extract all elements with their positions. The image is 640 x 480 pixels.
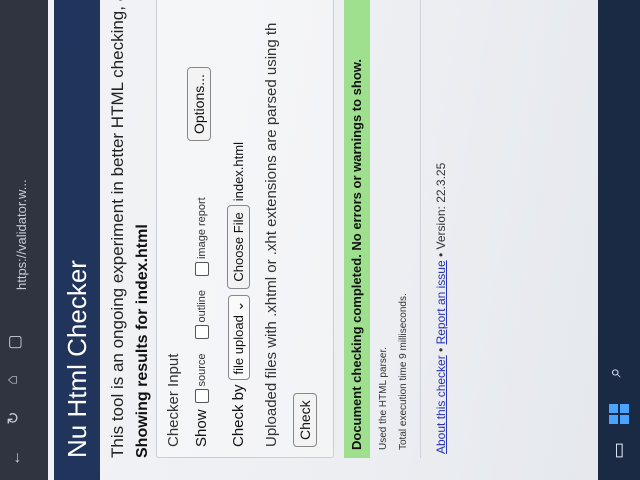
file-name: index.html bbox=[231, 142, 246, 202]
home-icon[interactable]: ⌂ bbox=[4, 375, 21, 385]
choose-file-button[interactable]: Choose File bbox=[227, 205, 250, 289]
checker-input-fieldset: Checker Input Show source outline image … bbox=[156, 0, 334, 458]
tab-icon[interactable]: ▢ bbox=[7, 334, 24, 349]
image-report-label: image report bbox=[195, 197, 208, 260]
success-message: Document checking completed. No errors o… bbox=[344, 0, 370, 458]
image-report-checkbox[interactable] bbox=[194, 262, 209, 277]
chevron-down-icon: ⌄ bbox=[230, 300, 246, 312]
footer-separator: • bbox=[434, 249, 448, 261]
reload-icon[interactable]: ↻ bbox=[6, 411, 23, 424]
footer-separator: • bbox=[434, 344, 448, 356]
upload-note: Uploaded files with .xhtml or .xht exten… bbox=[263, 22, 280, 447]
show-label: Show bbox=[193, 409, 210, 447]
back-icon[interactable]: ← bbox=[7, 450, 24, 466]
footer: About this checker • Report an issue • V… bbox=[434, 163, 448, 454]
search-icon[interactable]: ⌕ bbox=[605, 367, 626, 377]
outline-label: outline bbox=[195, 290, 208, 323]
window-icon[interactable]: ▭ bbox=[608, 442, 629, 459]
check-button-row: Check bbox=[293, 393, 317, 447]
page-title: Nu Html Checker bbox=[62, 260, 92, 458]
check-button[interactable]: Check bbox=[293, 393, 317, 447]
header-bar: Nu Html Checker bbox=[54, 0, 100, 480]
check-by-label: Check by bbox=[230, 384, 247, 447]
taskbar: ⌕ ▭ bbox=[598, 0, 640, 480]
browser-toolbar: ← ↻ ⌂ ▢ https://validator.w... bbox=[0, 0, 48, 480]
version-text: Version: 22.3.25 bbox=[434, 162, 448, 250]
outline-checkbox[interactable] bbox=[194, 325, 209, 340]
source-label: source bbox=[195, 353, 208, 387]
parser-info: Used the HTML parser. bbox=[378, 346, 389, 450]
checker-legend: Checker Input bbox=[165, 353, 182, 447]
about-link[interactable]: About this checker bbox=[434, 355, 448, 454]
results-heading: Showing results for index.html bbox=[134, 224, 151, 458]
windows-start-icon[interactable] bbox=[609, 404, 629, 424]
check-by-value: file upload bbox=[230, 315, 246, 375]
check-by-row: Check by file upload ⌄ Choose File index… bbox=[227, 142, 250, 447]
show-options-row: Show source outline image report bbox=[193, 189, 210, 447]
page-content: Nu Html Checker This tool is an ongoing … bbox=[48, 0, 598, 480]
execution-time: Total execution time 9 milliseconds. bbox=[398, 293, 409, 450]
check-by-select[interactable]: file upload ⌄ bbox=[227, 294, 250, 381]
report-issue-link[interactable]: Report an issue bbox=[434, 260, 448, 344]
screen: ← ↻ ⌂ ▢ https://validator.w... Nu Html C… bbox=[0, 0, 640, 480]
intro-text: This tool is an ongoing experiment in be… bbox=[108, 0, 127, 458]
address-bar[interactable]: https://validator.w... bbox=[14, 179, 29, 290]
source-checkbox[interactable] bbox=[194, 389, 209, 404]
divider bbox=[420, 0, 421, 458]
options-button[interactable]: Options... bbox=[187, 67, 211, 141]
